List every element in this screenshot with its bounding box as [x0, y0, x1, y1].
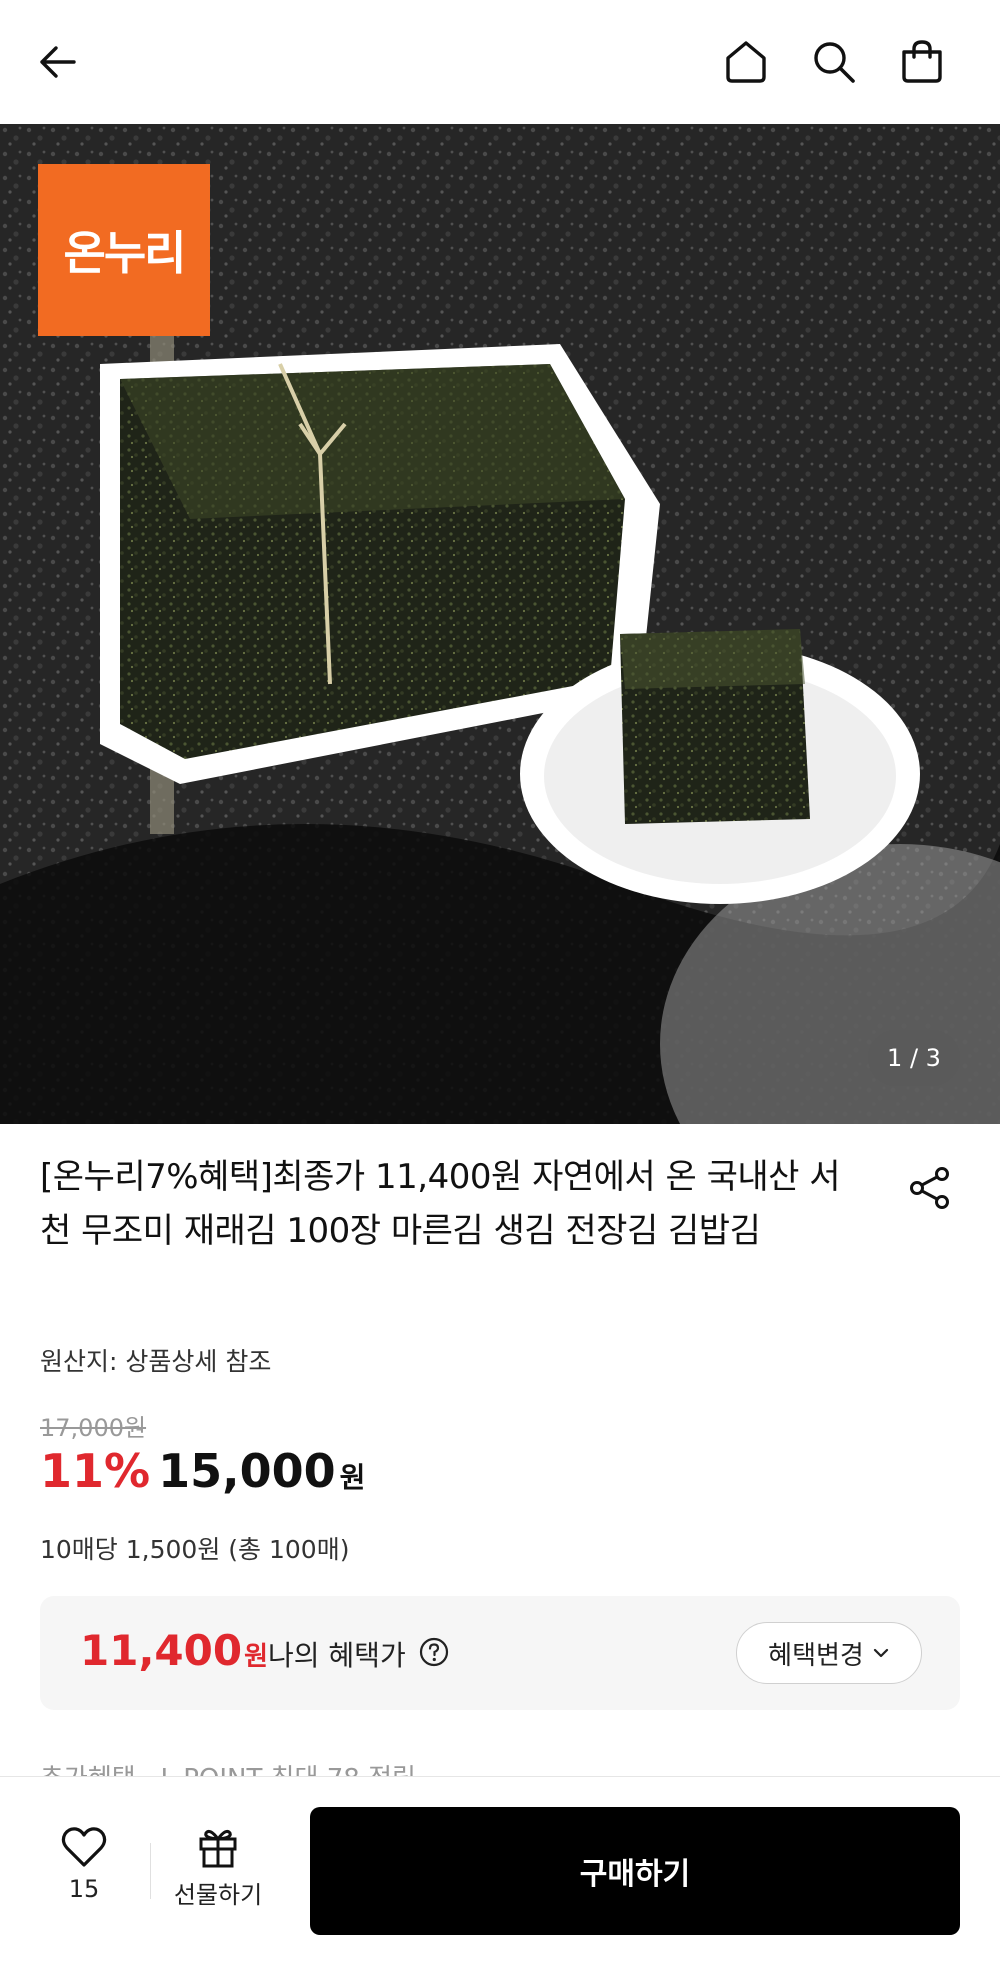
shopping-bag-button[interactable]: [892, 32, 952, 92]
change-benefit-button[interactable]: 혜택변경: [736, 1622, 922, 1684]
home-icon: [726, 41, 766, 83]
chevron-down-icon: [873, 1648, 888, 1658]
gift-button[interactable]: 선물하기: [168, 1825, 268, 1925]
bottom-action-bar: 15 선물하기 구매하기: [0, 1776, 1000, 1962]
sale-price: 15,000: [158, 1444, 336, 1498]
benefit-price-unit: 원: [244, 1642, 268, 1672]
search-icon: [814, 42, 855, 83]
divider: [150, 1843, 151, 1899]
price-row: 11% 15,000 원: [40, 1444, 365, 1498]
change-benefit-label: 혜택변경: [768, 1640, 864, 1671]
shopping-bag-icon: [902, 40, 942, 83]
product-title: [온누리7%혜택]최종가 11,400원 자연에서 온 국내산 서천 무조미 재…: [40, 1157, 841, 1251]
search-button[interactable]: [804, 32, 864, 92]
share-icon: [910, 1167, 949, 1209]
product-image[interactable]: 온누리 1 / 3: [0, 124, 1000, 1124]
like-count: 15: [68, 1875, 100, 1903]
unit-price: 10매당 1,500원 (총 100매): [40, 1535, 350, 1564]
origin-info: 원산지: 상품상세 참조: [40, 1347, 272, 1376]
buy-button[interactable]: 구매하기: [310, 1807, 960, 1935]
brand-logo: 온누리: [38, 164, 210, 336]
back-button[interactable]: [28, 32, 88, 92]
gift-label: 선물하기: [173, 1881, 263, 1909]
top-bar: [0, 0, 1000, 124]
brand-logo-text: 온누리: [63, 226, 187, 280]
share-button[interactable]: [900, 1158, 960, 1218]
heart-icon: [61, 1827, 107, 1867]
like-button[interactable]: 15: [44, 1825, 124, 1925]
benefit-box: 11,400 원 나의 혜택가 혜택변경: [40, 1596, 960, 1710]
help-icon[interactable]: [418, 1636, 450, 1668]
benefit-price: 11,400 원: [80, 1626, 268, 1675]
original-price: 17,000원: [40, 1414, 147, 1442]
benefit-label: 나의 혜택가: [268, 1639, 406, 1672]
gift-icon: [199, 1830, 237, 1868]
benefit-price-value: 11,400: [80, 1626, 243, 1675]
home-button[interactable]: [716, 32, 776, 92]
discount-rate: 11%: [40, 1444, 151, 1498]
image-counter: 1 / 3: [868, 1030, 960, 1086]
arrow-left-icon: [40, 46, 76, 78]
currency-unit: 원: [339, 1461, 366, 1494]
